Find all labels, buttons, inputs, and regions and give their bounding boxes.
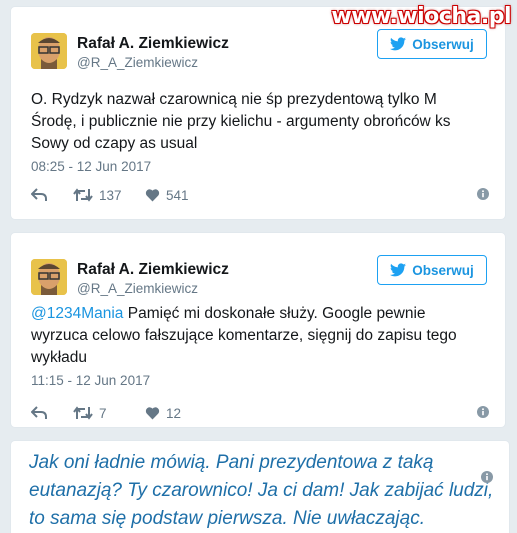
author-handle[interactable]: @R_A_Ziemkiewicz: [77, 55, 198, 70]
author-name[interactable]: Rafał A. Ziemkiewicz: [77, 35, 229, 53]
caption-text: Jak oni ładnie mówią. Pani prezydentowa …: [29, 452, 494, 529]
reply-icon: [31, 188, 47, 201]
follow-label: Obserwuj: [412, 36, 474, 52]
tweet-actions: 7 12: [31, 403, 489, 423]
like-button[interactable]: 12: [145, 406, 181, 421]
twitter-bird-icon: [390, 37, 407, 51]
avatar[interactable]: [31, 33, 67, 69]
retweet-count: 137: [99, 187, 122, 203]
retweet-button[interactable]: 137: [73, 188, 145, 203]
tweet-text: O. Rydzyk nazwał czarownicą nie śp prezy…: [31, 91, 451, 152]
retweet-icon: [73, 406, 93, 420]
reply-button[interactable]: [31, 406, 73, 420]
avatar[interactable]: [31, 259, 67, 295]
like-count: 12: [166, 405, 182, 421]
like-button[interactable]: 541: [145, 188, 189, 203]
tweet-timestamp[interactable]: 11:15 - 12 Jun 2017: [31, 373, 150, 388]
heart-icon: [145, 407, 160, 420]
like-count: 541: [166, 187, 189, 203]
caption-card: Jak oni ładnie mówią. Pani prezydentowa …: [10, 440, 510, 533]
heart-icon: [145, 189, 160, 202]
tweet-text: @1234Mania Pamięć mi doskonałe służy. Go…: [31, 303, 485, 369]
retweet-icon: [73, 188, 93, 202]
retweet-count: 7: [99, 405, 107, 421]
tweet-card: Rafał A. Ziemkiewicz @R_A_Ziemkiewicz Ob…: [10, 6, 506, 220]
mention-link[interactable]: @1234Mania: [31, 305, 123, 322]
tweet-timestamp[interactable]: 08:25 - 12 Jun 2017: [31, 159, 151, 174]
reply-button[interactable]: [31, 188, 73, 202]
site-watermark: www.wiocha.pl: [331, 4, 511, 29]
follow-button[interactable]: Obserwuj: [377, 29, 487, 59]
retweet-button[interactable]: 7: [73, 406, 145, 421]
author-name[interactable]: Rafał A. Ziemkiewicz: [77, 261, 229, 279]
tweet-card: Rafał A. Ziemkiewicz @R_A_Ziemkiewicz Ob…: [10, 232, 506, 428]
reply-icon: [31, 406, 47, 419]
follow-button[interactable]: Obserwuj: [377, 255, 487, 285]
twitter-bird-icon: [390, 263, 407, 277]
info-icon[interactable]: [477, 188, 489, 200]
info-icon[interactable]: [477, 406, 489, 418]
tweet-actions: 137 541: [31, 185, 489, 205]
follow-label: Obserwuj: [412, 262, 474, 278]
info-icon[interactable]: [481, 471, 493, 483]
author-handle[interactable]: @R_A_Ziemkiewicz: [77, 281, 198, 296]
